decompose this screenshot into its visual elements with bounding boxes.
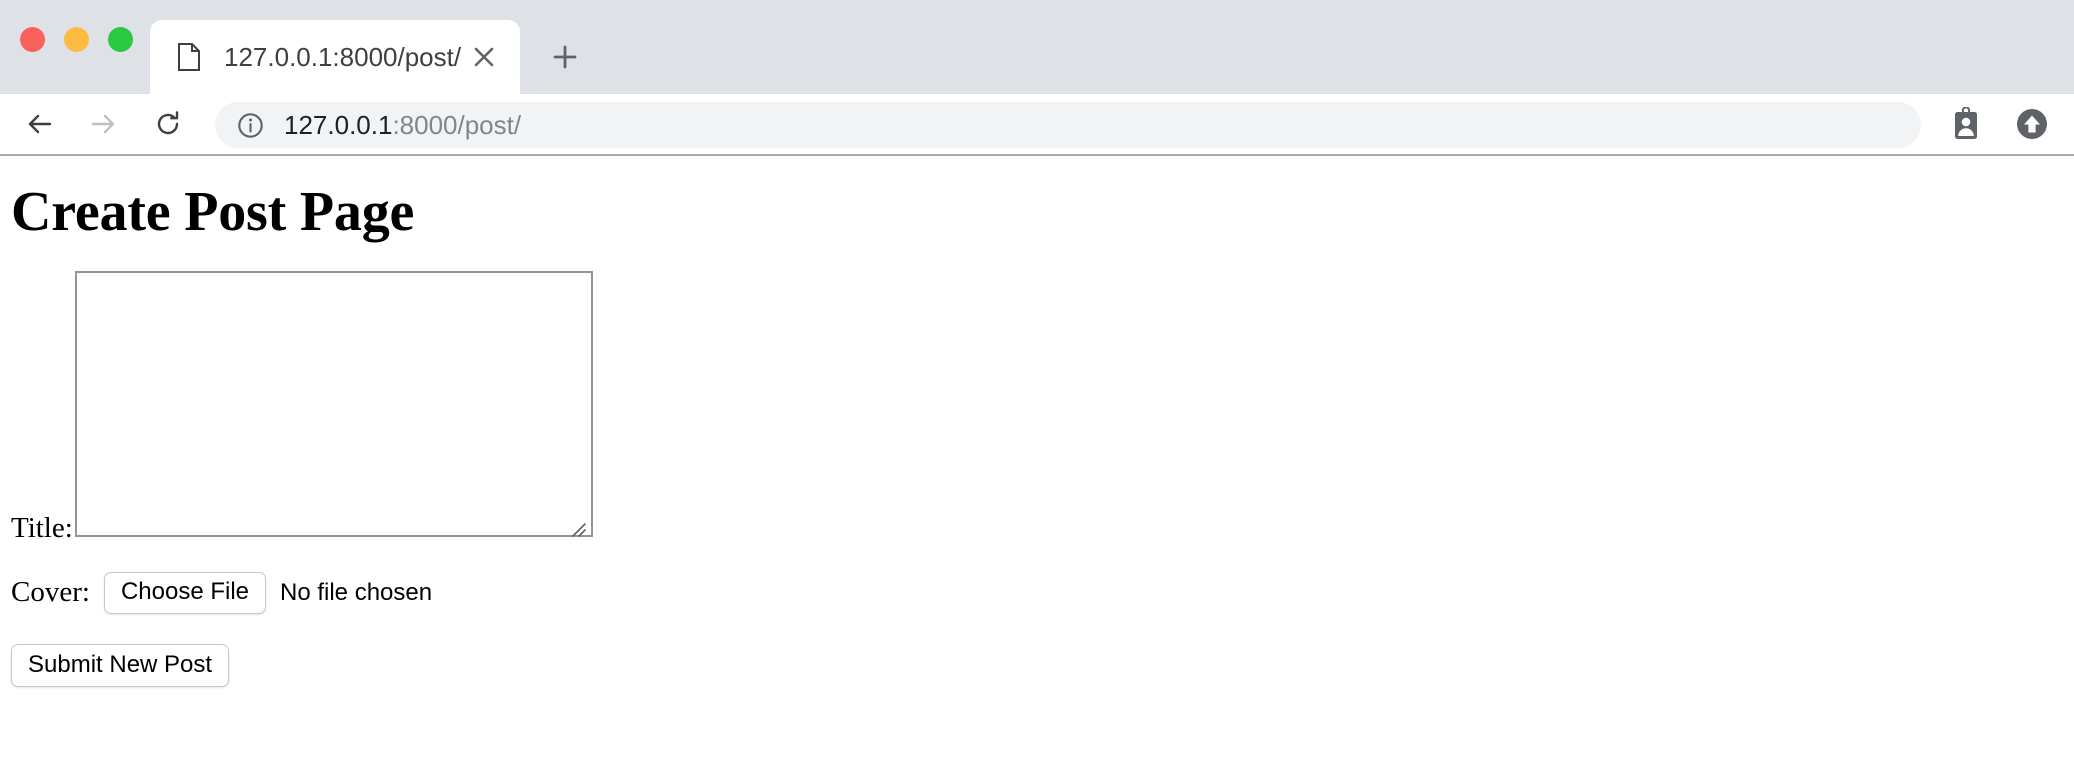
tab-title: 127.0.0.1:8000/post/ bbox=[224, 41, 462, 72]
title-field-row: Title: bbox=[11, 271, 2063, 545]
maximize-window-button[interactable] bbox=[108, 27, 133, 52]
submit-new-post-button[interactable]: Submit New Post bbox=[11, 643, 230, 688]
reload-icon[interactable] bbox=[144, 100, 192, 148]
title-label: Title: bbox=[11, 512, 73, 544]
browser-window: 127.0.0.1:8000/post/ 127.0.0.1:8000/post… bbox=[0, 0, 2074, 766]
page-content: Create Post Page Title: Cover: Choose Fi… bbox=[0, 156, 2074, 764]
url-text: 127.0.0.1:8000/post/ bbox=[284, 110, 521, 141]
url-path: :8000/post/ bbox=[392, 109, 522, 140]
close-tab-button[interactable] bbox=[462, 35, 506, 79]
file-status-text: No file chosen bbox=[280, 578, 433, 606]
update-upload-icon[interactable] bbox=[2008, 100, 2056, 148]
page-title: Create Post Page bbox=[11, 181, 415, 243]
new-tab-button[interactable] bbox=[540, 32, 590, 82]
resize-handle-icon[interactable] bbox=[569, 513, 589, 537]
close-window-button[interactable] bbox=[20, 27, 45, 52]
window-controls bbox=[20, 27, 133, 52]
cover-field-row: Cover: Choose File No file chosen bbox=[11, 572, 2063, 614]
choose-file-button[interactable]: Choose File bbox=[103, 572, 266, 614]
back-arrow-icon[interactable] bbox=[16, 100, 64, 148]
tab-strip: 127.0.0.1:8000/post/ bbox=[0, 0, 2074, 94]
browser-toolbar: 127.0.0.1:8000/post/ bbox=[0, 94, 2074, 156]
cover-label: Cover: bbox=[11, 576, 90, 609]
browser-tab[interactable]: 127.0.0.1:8000/post/ bbox=[150, 20, 520, 94]
submit-row: Submit New Post bbox=[11, 643, 2063, 688]
address-bar[interactable]: 127.0.0.1:8000/post/ bbox=[215, 102, 1921, 148]
minimize-window-button[interactable] bbox=[64, 27, 89, 52]
title-textarea[interactable] bbox=[74, 271, 593, 537]
forward-arrow-icon bbox=[79, 100, 127, 148]
info-circle-icon[interactable] bbox=[235, 110, 265, 140]
url-host: 127.0.0.1 bbox=[284, 109, 393, 140]
profile-badge-icon[interactable] bbox=[1942, 100, 1990, 148]
document-icon bbox=[176, 42, 202, 72]
toolbar-actions bbox=[1942, 100, 2056, 148]
